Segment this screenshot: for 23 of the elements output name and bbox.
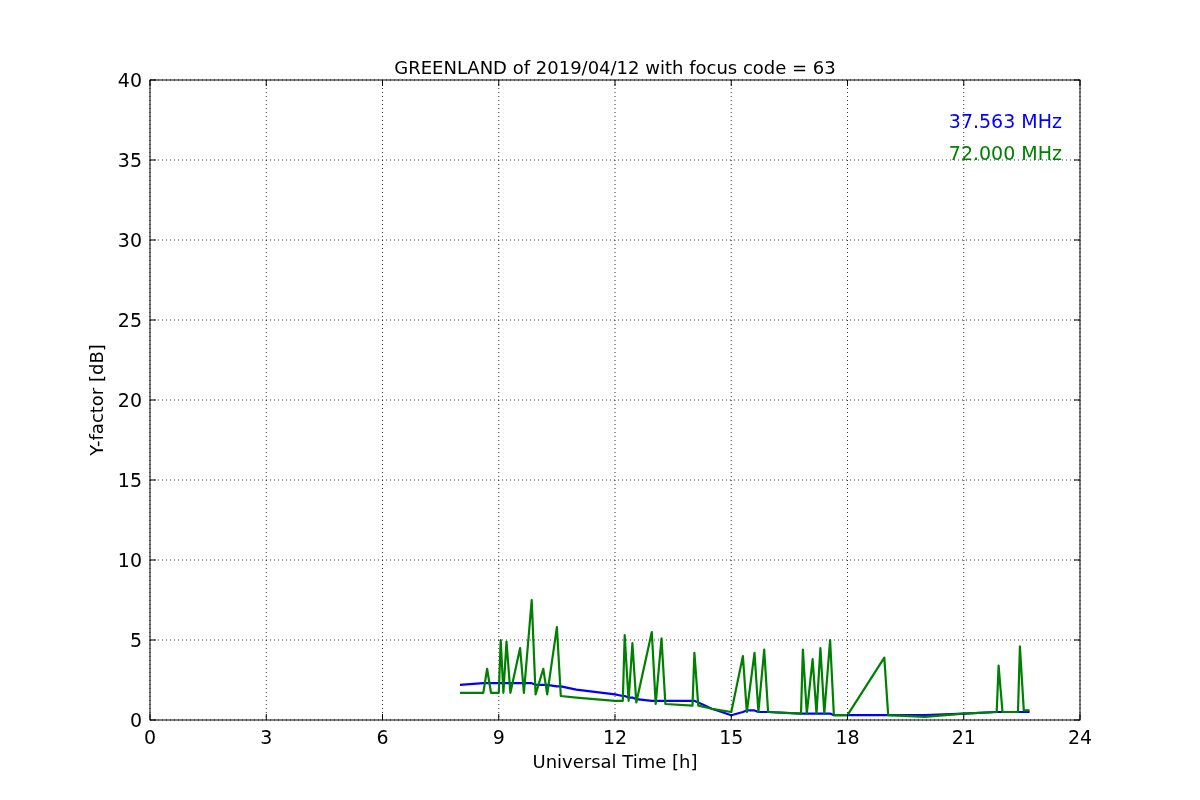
y-tick-label: 10 bbox=[117, 549, 142, 571]
legend-label: 37.563 MHz bbox=[948, 110, 1062, 132]
y-tick-label: 0 bbox=[129, 709, 142, 731]
y-tick-label: 40 bbox=[117, 69, 142, 91]
x-tick-label: 18 bbox=[835, 726, 860, 748]
y-tick-label: 35 bbox=[117, 149, 142, 171]
y-tick-label: 20 bbox=[117, 389, 142, 411]
x-tick-label: 21 bbox=[951, 726, 976, 748]
x-tick-label: 9 bbox=[492, 726, 505, 748]
y-tick-label: 30 bbox=[117, 229, 142, 251]
chart-title: GREENLAND of 2019/04/12 with focus code = 63 bbox=[394, 57, 836, 78]
x-tick-label: 12 bbox=[602, 726, 628, 748]
y-tick-label: 25 bbox=[117, 309, 142, 331]
y-tick-label: 15 bbox=[117, 469, 142, 491]
x-tick-label: 6 bbox=[376, 726, 389, 748]
y-axis-label: Y-factor [dB] bbox=[86, 344, 107, 456]
y-tick-label: 5 bbox=[129, 629, 142, 651]
x-tick-label: 15 bbox=[719, 726, 744, 748]
x-tick-label: 0 bbox=[143, 726, 157, 748]
x-tick-label: 3 bbox=[260, 726, 273, 748]
legend-label: 72.000 MHz bbox=[948, 142, 1062, 164]
x-tick-label: 24 bbox=[1067, 726, 1093, 748]
x-axis-label: Universal Time [h] bbox=[532, 751, 698, 772]
